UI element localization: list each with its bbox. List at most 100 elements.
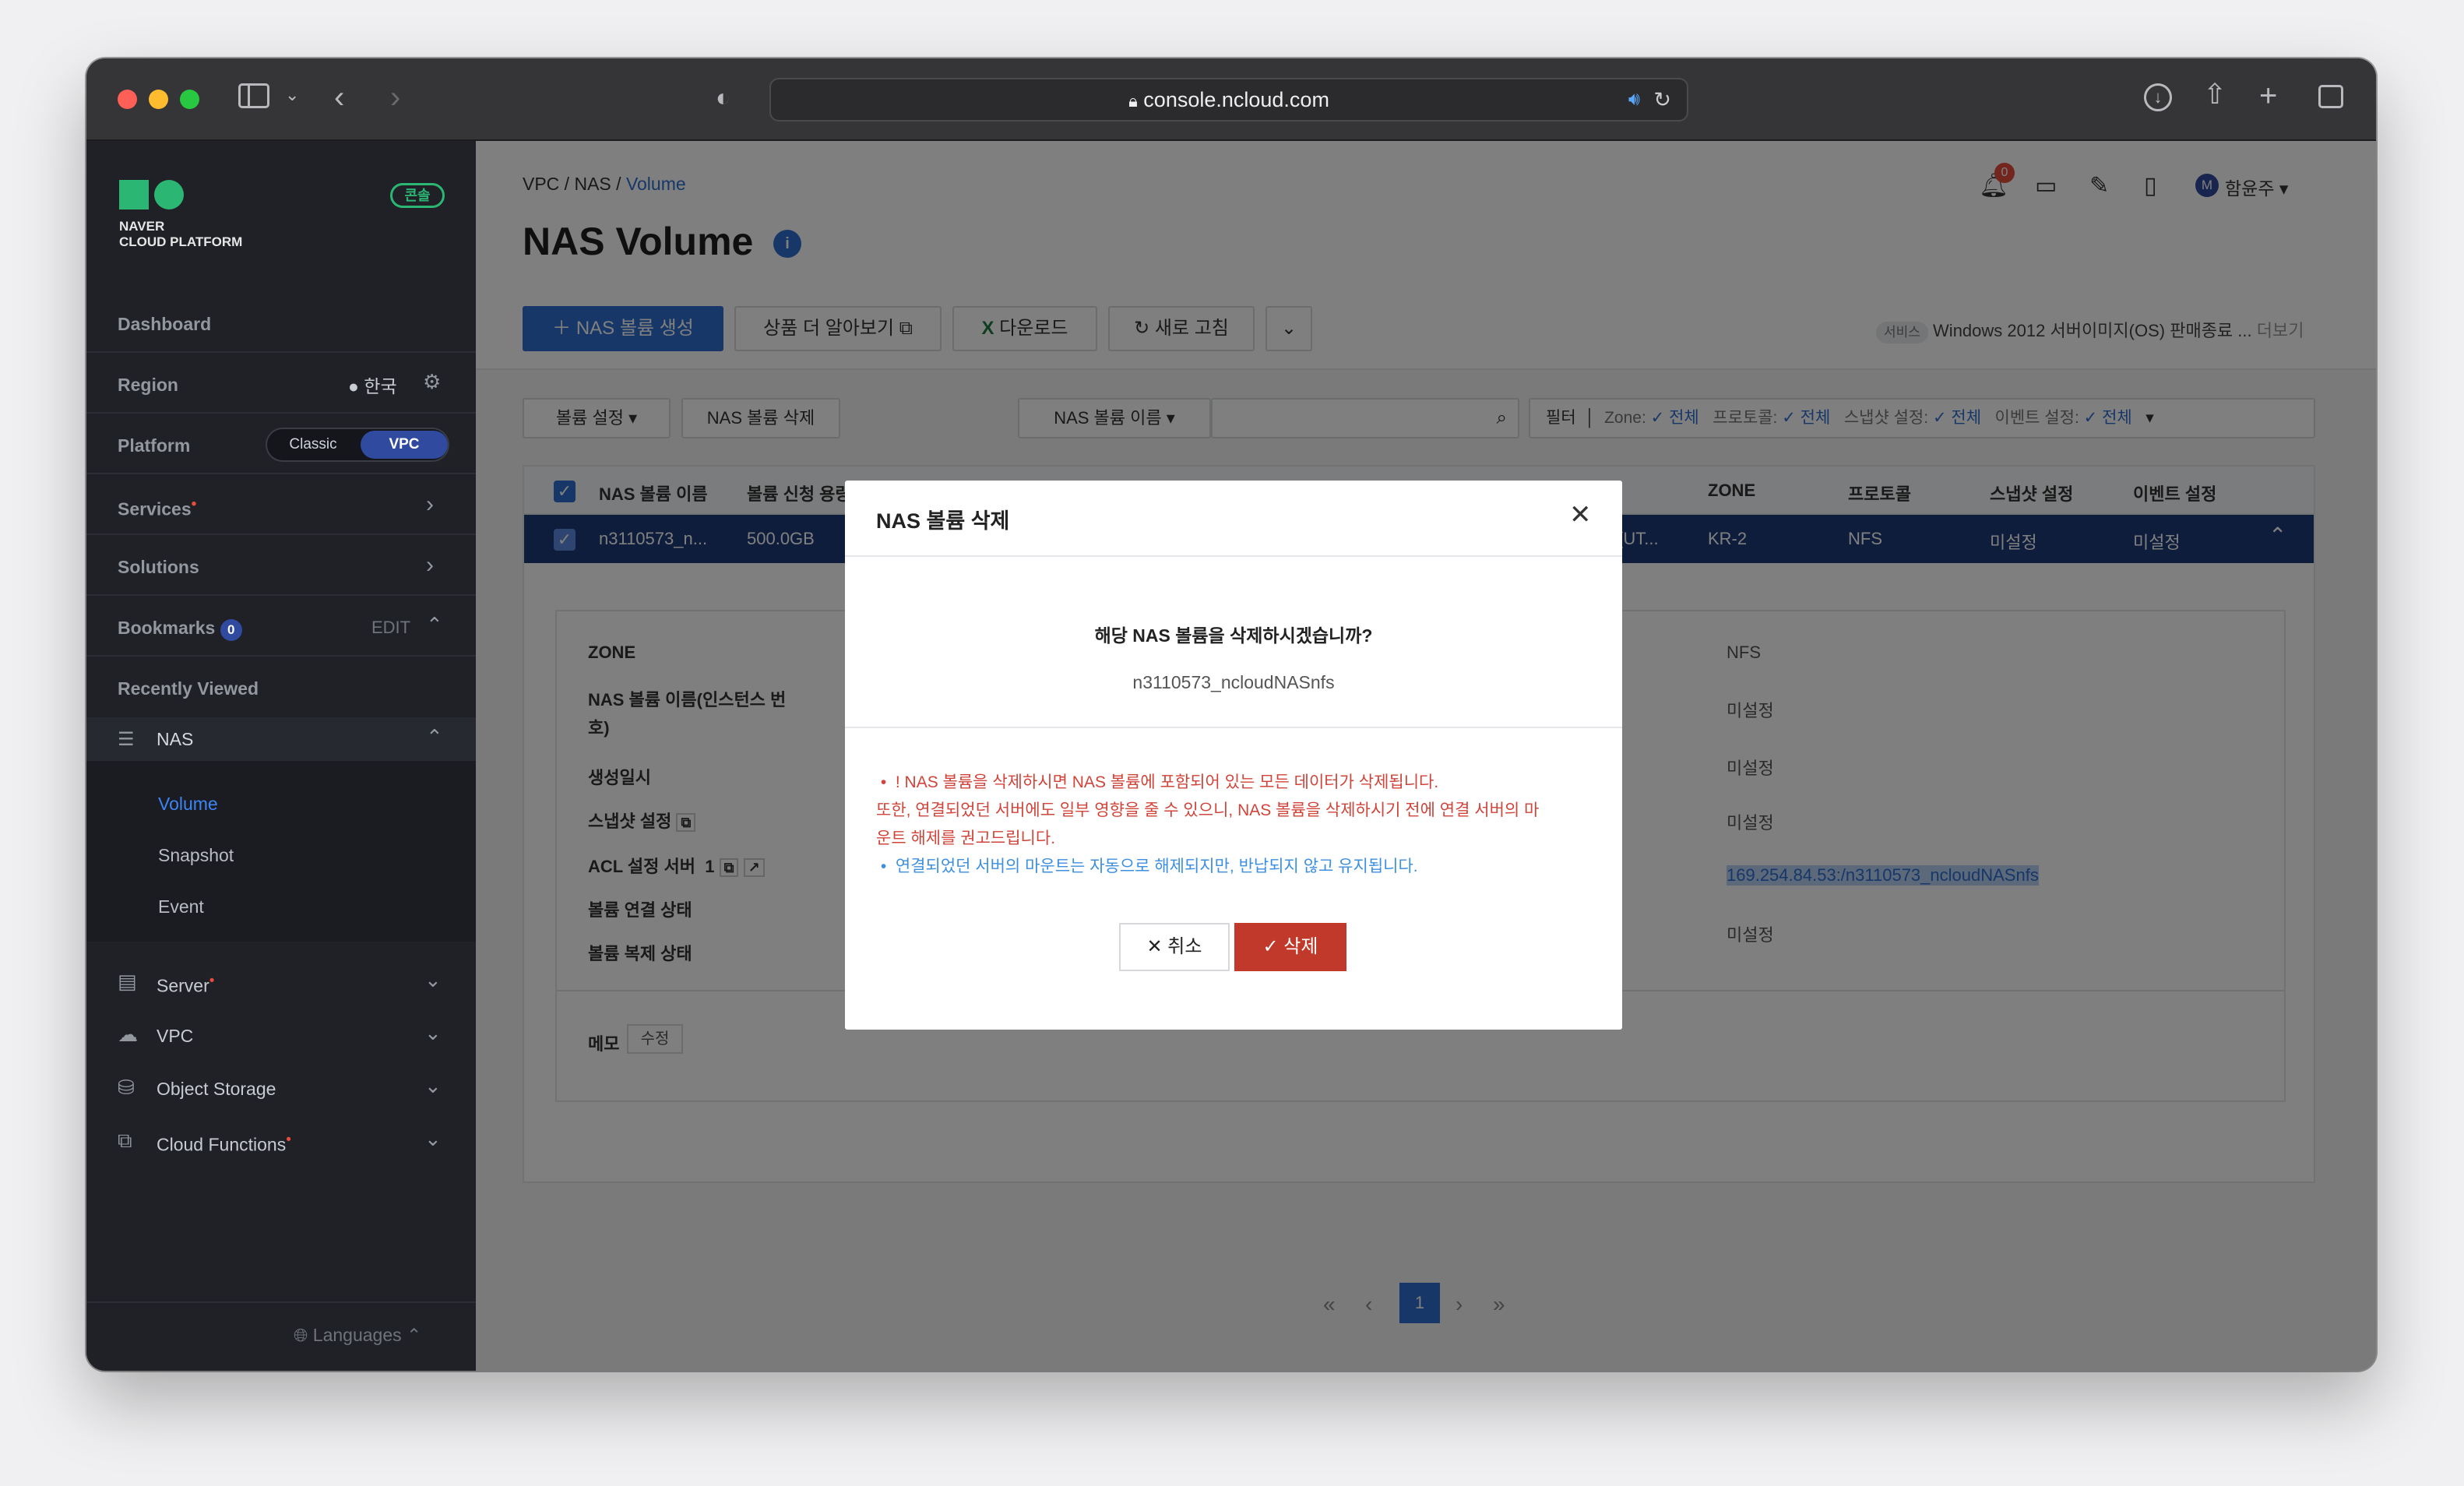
confirm-label: 삭제	[1283, 936, 1318, 957]
vpc-label: VPC	[157, 1026, 194, 1046]
sidebar-vpc[interactable]: ☁ VPC ⌄	[86, 1013, 476, 1060]
info-line: 연결되었던 서버의 마운트는 자동으로 해제되지만, 반납되지 않고 유지됩니다…	[895, 857, 1418, 875]
speaker-icon[interactable]: 🔊︎	[1628, 79, 1640, 120]
divider	[845, 727, 1622, 728]
server-icon: ▤	[118, 970, 137, 993]
shield-icon[interactable]: ◐	[716, 85, 730, 110]
chevron-down-icon: ⌄	[424, 1074, 442, 1097]
brand-name: NAVER CLOUD PLATFORM	[119, 219, 242, 250]
languages-label: Languages	[312, 1325, 402, 1345]
platform-toggle[interactable]: Classic VPC	[266, 428, 449, 462]
cancel-button[interactable]: ✕ 취소	[1119, 923, 1230, 971]
divider	[845, 555, 1622, 557]
brand-line2: CLOUD PLATFORM	[119, 234, 243, 249]
url-text: console.ncloud.com	[1143, 88, 1329, 111]
divider	[86, 1301, 476, 1303]
region-value: 한국	[364, 376, 397, 396]
cloud-icon: ☁	[118, 1023, 138, 1046]
nas-label: NAS	[157, 729, 194, 749]
back-icon[interactable]: ‹	[334, 82, 344, 113]
zoom-window-button[interactable]	[180, 90, 199, 109]
warning-message: • ! NAS 볼륨을 삭제하시면 NAS 볼륨에 포함되어 있는 모든 데이터…	[876, 769, 1600, 881]
reload-icon[interactable]: ↻	[1653, 79, 1671, 120]
close-window-button[interactable]	[118, 90, 137, 109]
sidebar-item-snapshot[interactable]: Snapshot	[158, 845, 234, 866]
bookmarks-count-badge: 0	[220, 619, 242, 641]
divider	[86, 351, 476, 353]
sidebar-toggle-icon[interactable]	[238, 83, 269, 108]
chevron-down-icon: ⌄	[424, 1021, 442, 1044]
bookmarks-label: Bookmarks	[118, 618, 216, 638]
warning-line2: 또한, 연결되었던 서버에도 일부 영향을 줄 수 있으니, NAS 볼륨을 삭…	[876, 801, 1540, 819]
chevron-down-icon: ⌄	[424, 1127, 442, 1150]
platform-classic[interactable]: Classic	[267, 429, 359, 460]
chevron-up-icon: ⌃	[426, 725, 443, 748]
dialog-title: NAS 볼륨 삭제	[876, 509, 1010, 533]
sidebar: NAVER CLOUD PLATFORM 콘솔 Dashboard Region…	[86, 141, 476, 1371]
server-text: Server	[157, 975, 209, 996]
languages-button[interactable]: 🌐︎ Languages ⌃	[294, 1325, 421, 1346]
chevron-right-icon: ›	[426, 491, 434, 517]
download-icon[interactable]: ↓	[2144, 83, 2172, 111]
sidebar-bookmarks[interactable]: Bookmarks 0	[118, 618, 242, 641]
brand-line1: NAVER	[119, 219, 165, 234]
chevron-up-icon: ⌃	[407, 1325, 422, 1345]
globe-icon: 🌐︎	[294, 1325, 308, 1345]
sidebar-item-event[interactable]: Event	[158, 896, 204, 917]
close-icon: ✕	[1146, 936, 1163, 957]
warning-line1: ! NAS 볼륨을 삭제하시면 NAS 볼륨에 포함되어 있는 모든 데이터가 …	[895, 773, 1439, 791]
object-storage-label: Object Storage	[157, 1079, 276, 1099]
divider	[86, 533, 476, 535]
sidebar-recently-viewed: Recently Viewed	[118, 678, 259, 699]
database-icon: ⛁	[118, 1076, 135, 1099]
forward-icon[interactable]: ›	[390, 82, 400, 113]
browser-window: ⌄ ‹ › ◐ 🔒︎ console.ncloud.com 🔊︎ ↻ ↓ ⇧ +…	[86, 58, 2376, 1371]
nas-submenu: Volume Snapshot Event	[86, 761, 476, 942]
cancel-label: 취소	[1167, 936, 1202, 957]
confirm-delete-button[interactable]: ✓ 삭제	[1234, 923, 1346, 971]
check-icon: ✓	[1262, 936, 1279, 957]
target-volume-name: n3110573_ncloudNASnfs	[1132, 672, 1335, 692]
sidebar-dashboard[interactable]: Dashboard	[118, 314, 211, 335]
sidebar-server[interactable]: ▤ Server• ⌄	[86, 960, 476, 1007]
sidebar-object-storage[interactable]: ⛁ Object Storage ⌄	[86, 1066, 476, 1113]
new-dot: •	[286, 1132, 291, 1148]
lock-icon: 🔒︎	[1128, 91, 1138, 111]
tabs-overview-icon[interactable]	[2318, 85, 2343, 108]
chevron-down-icon[interactable]: ⌄	[285, 86, 299, 104]
divider	[86, 412, 476, 414]
logo-square	[119, 180, 149, 210]
globe-icon: ●	[348, 376, 359, 396]
sidebar-solutions[interactable]: Solutions	[118, 557, 199, 578]
close-icon[interactable]: ✕	[1569, 499, 1592, 530]
warning-line3: 운트 해제를 권고드립니다.	[876, 829, 1056, 847]
sidebar-cloud-functions[interactable]: ⧉ Cloud Functions• ⌄	[86, 1119, 476, 1166]
confirm-question: 해당 NAS 볼륨을 삭제하시겠습니까?	[1094, 625, 1373, 646]
logo-circle	[154, 180, 184, 210]
platform-vpc[interactable]: VPC	[361, 431, 448, 459]
gear-icon[interactable]: ⚙	[423, 370, 441, 394]
sidebar-nas[interactable]: ☰ NAS ⌃	[86, 717, 476, 761]
share-icon[interactable]: ⇧	[2203, 80, 2226, 108]
bookmarks-edit-link[interactable]: EDIT	[371, 618, 410, 638]
functions-icon: ⧉	[118, 1129, 132, 1152]
cloud-functions-label: Cloud Functions•	[157, 1132, 291, 1156]
address-bar[interactable]: 🔒︎ console.ncloud.com 🔊︎ ↻	[769, 78, 1688, 121]
delete-volume-dialog: NAS 볼륨 삭제 ✕ 해당 NAS 볼륨을 삭제하시겠습니까? n311057…	[845, 481, 1622, 1030]
new-dot: •	[209, 973, 215, 989]
chevron-up-icon[interactable]: ⌃	[426, 613, 443, 637]
cloud-functions-text: Cloud Functions	[157, 1134, 287, 1155]
storage-icon: ☰	[118, 729, 135, 750]
new-dot: •	[191, 496, 197, 512]
sidebar-region-label: Region	[118, 375, 178, 395]
region-selector[interactable]: ● 한국	[348, 372, 397, 398]
server-label: Server•	[157, 973, 214, 997]
minimize-window-button[interactable]	[149, 90, 168, 109]
new-tab-icon[interactable]: +	[2259, 80, 2277, 111]
services-label: Services	[118, 498, 192, 519]
sidebar-services[interactable]: Services•	[118, 496, 196, 520]
sidebar-platform-label: Platform	[118, 435, 191, 456]
chevron-down-icon: ⌄	[424, 968, 442, 991]
chevron-right-icon: ›	[426, 552, 434, 578]
sidebar-item-volume[interactable]: Volume	[158, 794, 218, 815]
